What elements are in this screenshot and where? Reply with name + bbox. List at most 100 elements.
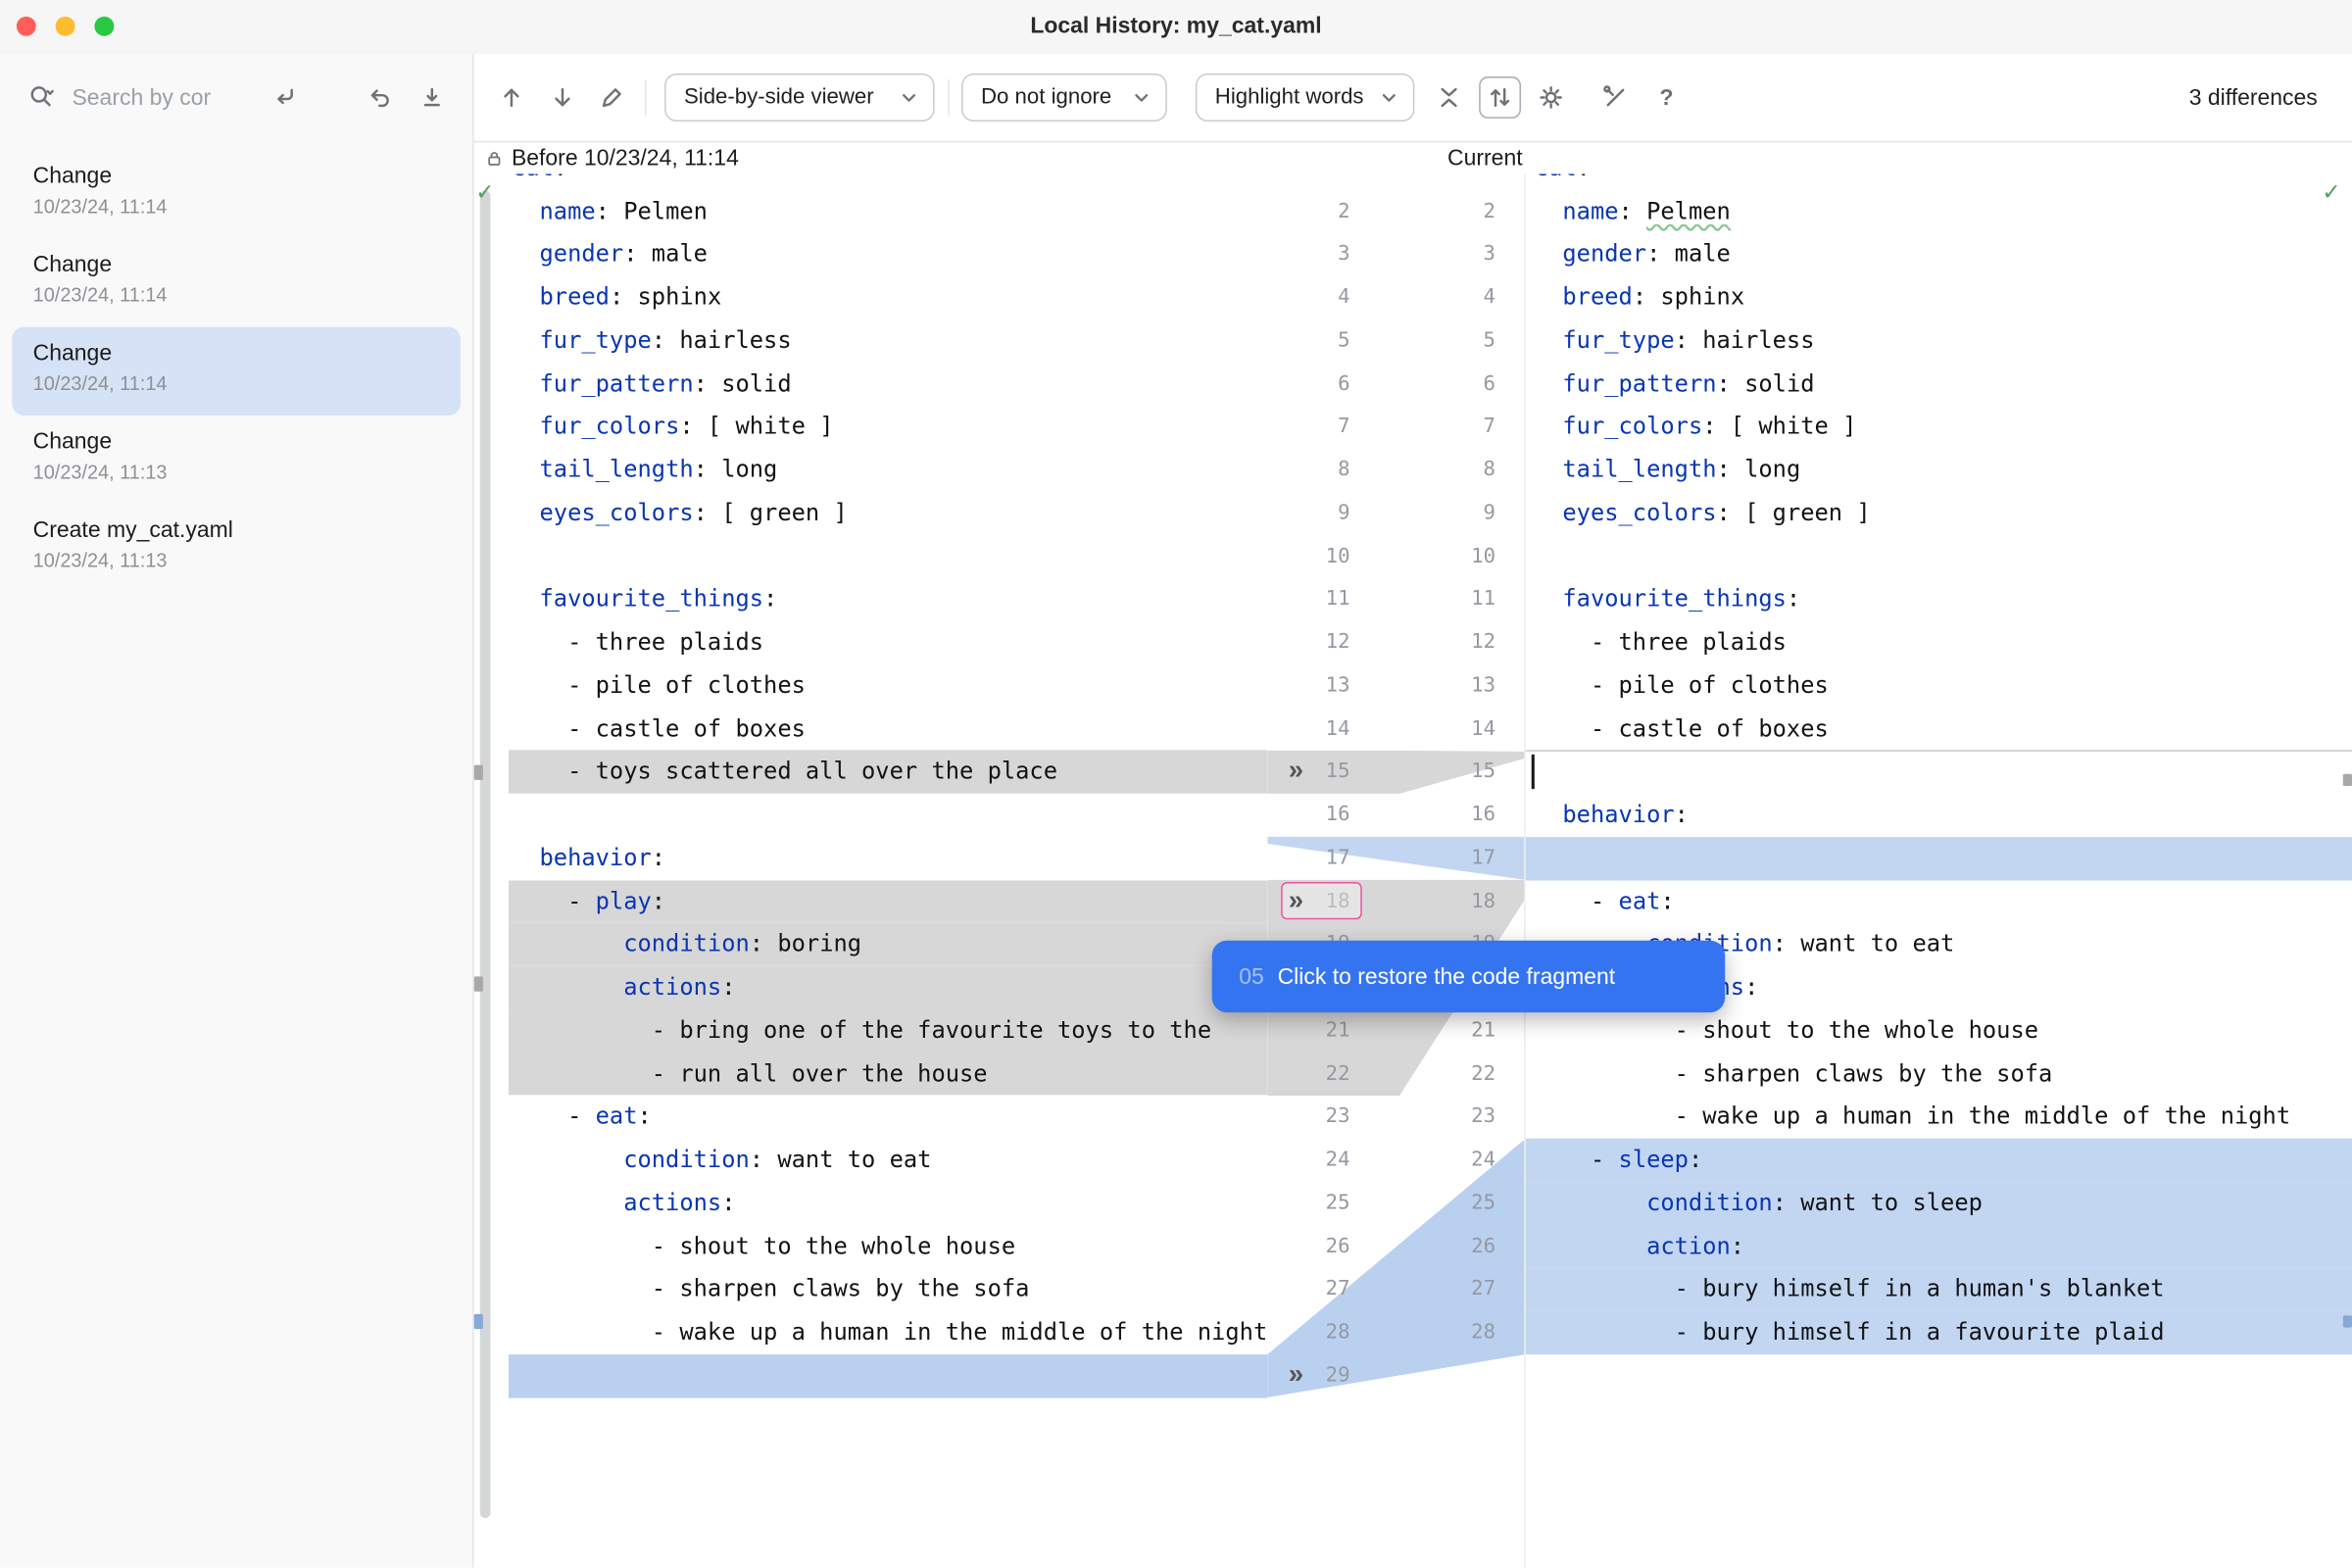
inspections-ok-icon[interactable]: ✓ <box>475 178 494 206</box>
pane-divider <box>1524 142 1526 1567</box>
help-button[interactable]: ? <box>1645 76 1688 119</box>
code-line-left[interactable]: favourite_things: <box>509 578 1267 621</box>
line-number-left: 21 <box>1267 1009 1349 1053</box>
code-line-right[interactable]: action: <box>1526 1225 2352 1268</box>
code-line-left[interactable]: name: Pelmen <box>509 190 1267 233</box>
code-line-right[interactable]: behavior: <box>1526 794 2352 837</box>
code-line-left[interactable]: actions: <box>509 1182 1267 1225</box>
history-entry[interactable]: Change10/23/24, 11:14 <box>12 327 461 416</box>
previous-difference-button[interactable] <box>491 76 533 119</box>
code-line-right[interactable]: tail_length: long <box>1526 449 2352 492</box>
history-entry[interactable]: Change10/23/24, 11:14 <box>12 238 461 326</box>
code-line-left[interactable]: - toys scattered all over the place <box>509 751 1267 794</box>
code-line-left[interactable]: eyes_colors: [ green ] <box>509 492 1267 535</box>
create-patch-button[interactable] <box>411 76 453 119</box>
lock-icon <box>483 147 506 171</box>
undo-icon <box>365 82 395 113</box>
code-line-right[interactable] <box>1526 751 2352 794</box>
code-line-right[interactable]: fur_colors: [ white ] <box>1526 406 2352 449</box>
collapse-unchanged-button[interactable] <box>1428 76 1470 119</box>
code-line-left[interactable]: - bring one of the favourite toys to the <box>509 1009 1267 1053</box>
code-line-right[interactable] <box>1526 1354 2352 1397</box>
apply-change-chevron[interactable]: » <box>1289 1354 1328 1397</box>
settings-button[interactable] <box>1530 76 1572 119</box>
edit-source-button[interactable] <box>591 76 633 119</box>
apply-change-chevron[interactable]: » <box>1289 880 1328 923</box>
code-line-right[interactable] <box>1526 837 2352 880</box>
code-line-right[interactable]: - sleep: <box>1526 1139 2352 1182</box>
line-number-right: 23 <box>1413 1096 1495 1139</box>
search-history-button[interactable] <box>264 76 306 119</box>
code-line-left[interactable] <box>509 535 1267 578</box>
next-difference-button[interactable] <box>542 76 584 119</box>
code-line-left[interactable]: - play: <box>509 880 1267 923</box>
code-line-right[interactable]: name: Pelmen <box>1526 190 2352 233</box>
code-line-left[interactable] <box>509 1354 1267 1397</box>
code-line-right[interactable]: - castle of boxes <box>1526 708 2352 751</box>
code-line-right[interactable]: - eat: <box>1526 880 2352 923</box>
diff-right-pane[interactable]: cat: name: Pelmen gender: male breed: sp… <box>1526 0 2352 1568</box>
code-line-left[interactable]: condition: want to eat <box>509 1139 1267 1182</box>
line-number-right: 3 <box>1413 233 1495 276</box>
code-line-right[interactable]: - bury himself in a favourite plaid <box>1526 1311 2352 1354</box>
code-line-right[interactable]: - sharpen claws by the sofa <box>1526 1053 2352 1096</box>
apply-change-chevron[interactable]: » <box>1289 751 1328 794</box>
inspections-ok-icon[interactable]: ✓ <box>2322 178 2340 206</box>
code-line-right[interactable]: - wake up a human in the middle of the n… <box>1526 1096 2352 1139</box>
line-number-right: 14 <box>1413 708 1495 751</box>
code-line-right[interactable]: condition: want to sleep <box>1526 1182 2352 1225</box>
line-number-left: 8 <box>1267 449 1349 492</box>
code-line-left[interactable]: fur_pattern: solid <box>509 363 1267 406</box>
external-tools-button[interactable] <box>1594 76 1637 119</box>
history-entry[interactable]: Change10/23/24, 11:13 <box>12 416 461 504</box>
code-line-left[interactable]: - sharpen claws by the sofa <box>509 1268 1267 1311</box>
line-number-left: 28 <box>1267 1311 1349 1354</box>
line-number-right: 17 <box>1413 837 1495 880</box>
toolbar: Side-by-side viewer Do not ignore Highli… <box>0 54 2352 142</box>
line-number-left: 25 <box>1267 1182 1349 1225</box>
code-line-right[interactable]: gender: male <box>1526 233 2352 276</box>
line-number-right: 6 <box>1413 363 1495 406</box>
sync-scroll-toggle[interactable] <box>1479 76 1521 119</box>
code-line-left[interactable]: - pile of clothes <box>509 664 1267 708</box>
code-line-left[interactable]: - eat: <box>509 1096 1267 1139</box>
code-line-left[interactable]: gender: male <box>509 233 1267 276</box>
highlight-mode-select[interactable]: Highlight words <box>1196 74 1414 122</box>
ignore-policy-select[interactable]: Do not ignore <box>961 74 1167 122</box>
code-line-right[interactable]: favourite_things: <box>1526 578 2352 621</box>
viewer-mode-select[interactable]: Side-by-side viewer <box>664 74 935 122</box>
code-line-right[interactable]: - shout to the whole house <box>1526 1009 2352 1053</box>
code-line-left[interactable]: fur_type: hairless <box>509 319 1267 363</box>
code-line-left[interactable]: tail_length: long <box>509 449 1267 492</box>
line-number-left: 27 <box>1267 1268 1349 1311</box>
restore-fragment-tooltip[interactable]: 05 Click to restore the code fragment <box>1212 941 1725 1012</box>
search-input[interactable] <box>69 79 264 116</box>
line-number-right: 2 <box>1413 190 1495 233</box>
code-line-right[interactable]: - bury himself in a human's blanket <box>1526 1268 2352 1311</box>
code-line-right[interactable] <box>1526 535 2352 578</box>
code-line-left[interactable]: actions: <box>509 966 1267 1009</box>
code-line-left[interactable]: - shout to the whole house <box>509 1225 1267 1268</box>
code-line-right[interactable]: eyes_colors: [ green ] <box>1526 492 2352 535</box>
revert-button[interactable] <box>359 76 401 119</box>
code-line-left[interactable]: - run all over the house <box>509 1053 1267 1096</box>
code-line-right[interactable]: - pile of clothes <box>1526 664 2352 708</box>
code-line-right[interactable]: - three plaids <box>1526 621 2352 664</box>
code-line-left[interactable]: condition: boring <box>509 923 1267 966</box>
history-entry[interactable]: Change10/23/24, 11:14 <box>12 150 461 238</box>
history-entry[interactable]: Create my_cat.yaml10/23/24, 11:13 <box>12 504 461 592</box>
code-line-left[interactable]: - wake up a human in the middle of the n… <box>509 1311 1267 1354</box>
code-line-right[interactable]: fur_pattern: solid <box>1526 363 2352 406</box>
code-line-right[interactable]: breed: sphinx <box>1526 276 2352 319</box>
code-line-left[interactable]: fur_colors: [ white ] <box>509 406 1267 449</box>
search-button[interactable] <box>21 76 63 119</box>
code-line-left[interactable]: - three plaids <box>509 621 1267 664</box>
diff-left-pane[interactable]: cat: name: Pelmen gender: male breed: sp… <box>509 0 1267 1568</box>
line-number-right: 11 <box>1413 578 1495 621</box>
code-line-right[interactable]: fur_type: hairless <box>1526 319 2352 363</box>
code-line-left[interactable]: - castle of boxes <box>509 708 1267 751</box>
code-line-left[interactable]: breed: sphinx <box>509 276 1267 319</box>
code-line-left[interactable] <box>509 794 1267 837</box>
history-entry-time: 10/23/24, 11:13 <box>33 461 461 483</box>
code-line-left[interactable]: behavior: <box>509 837 1267 880</box>
